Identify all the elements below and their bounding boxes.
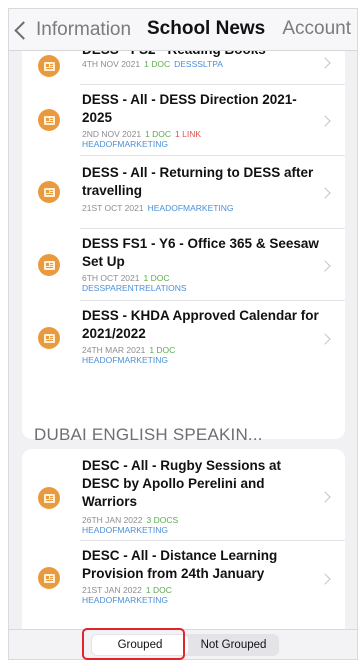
newspaper-icon bbox=[38, 55, 60, 77]
section-header: DUBAI ENGLISH SPEAKIN... bbox=[34, 425, 263, 444]
not-grouped-segment[interactable]: Not Grouped bbox=[189, 635, 278, 655]
navigation-bar: Information School News Account bbox=[9, 9, 357, 51]
newspaper-icon bbox=[38, 254, 60, 276]
page-title: School News bbox=[147, 18, 266, 39]
item-title: DESS - FS2 - Reading Books bbox=[82, 51, 322, 59]
newspaper-icon bbox=[38, 567, 60, 589]
item-author: HEADOFMARKETING bbox=[82, 355, 168, 365]
list-item[interactable]: DESS - All - Returning to DESS after tra… bbox=[22, 156, 345, 229]
list-item[interactable]: DESC - All - Rugby Sessions at DESC by A… bbox=[22, 449, 345, 541]
item-author: HEADOFMARKETING bbox=[82, 595, 168, 605]
item-title: DESS - KHDA Approved Calendar for 2021/2… bbox=[82, 308, 319, 341]
item-title: DESS FS1 - Y6 - Office 365 & Seesaw Set … bbox=[82, 236, 319, 269]
account-button[interactable]: Account bbox=[282, 18, 351, 40]
newspaper-icon bbox=[38, 487, 60, 509]
item-author: DESSPARENTRELATIONS bbox=[82, 283, 187, 293]
back-label: Information bbox=[36, 19, 132, 40]
list-item[interactable]: DESS FS1 - Y6 - Office 365 & Seesaw Set … bbox=[22, 229, 345, 301]
list-item[interactable]: DESC - All - Distance Learning Provision… bbox=[22, 541, 345, 621]
list-item[interactable]: DESS - KHDA Approved Calendar for 2021/2… bbox=[22, 301, 345, 391]
item-author: HEADOFMARKETING bbox=[82, 139, 168, 149]
news-list[interactable]: DESS - FS2 - Reading Books 4TH NOV 20211… bbox=[9, 51, 357, 631]
item-author: HEADOFMARKETING bbox=[82, 525, 168, 535]
annotation-highlight-box bbox=[82, 628, 185, 660]
item-title: DESC - All - Rugby Sessions at DESC by A… bbox=[82, 458, 282, 509]
list-item[interactable]: DESS - FS2 - Reading Books 4TH NOV 20211… bbox=[22, 51, 345, 85]
newspaper-icon bbox=[38, 327, 60, 349]
back-button[interactable]: Information bbox=[11, 15, 131, 45]
chevron-left-icon bbox=[14, 20, 33, 40]
item-title: DESS - All - Returning to DESS after tra… bbox=[82, 165, 314, 198]
news-group-card: DESS - FS2 - Reading Books 4TH NOV 20211… bbox=[22, 51, 345, 439]
newspaper-icon bbox=[38, 109, 60, 131]
item-title: DESS - All - DESS Direction 2021-2025 bbox=[82, 92, 297, 125]
news-group-card: DESC - All - Rugby Sessions at DESC by A… bbox=[22, 449, 345, 631]
newspaper-icon bbox=[38, 181, 60, 203]
item-meta: 4TH NOV 2021 1 DOC DESSSLTPA bbox=[82, 59, 223, 69]
list-item[interactable]: DESS - All - DESS Direction 2021-2025 2N… bbox=[22, 85, 345, 156]
item-meta: 21ST OCT 2021 HEADOFMARKETING bbox=[82, 203, 234, 213]
app-screen: Information School News Account DESS - F… bbox=[8, 8, 358, 660]
item-title: DESC - All - Distance Learning Provision… bbox=[82, 548, 278, 581]
